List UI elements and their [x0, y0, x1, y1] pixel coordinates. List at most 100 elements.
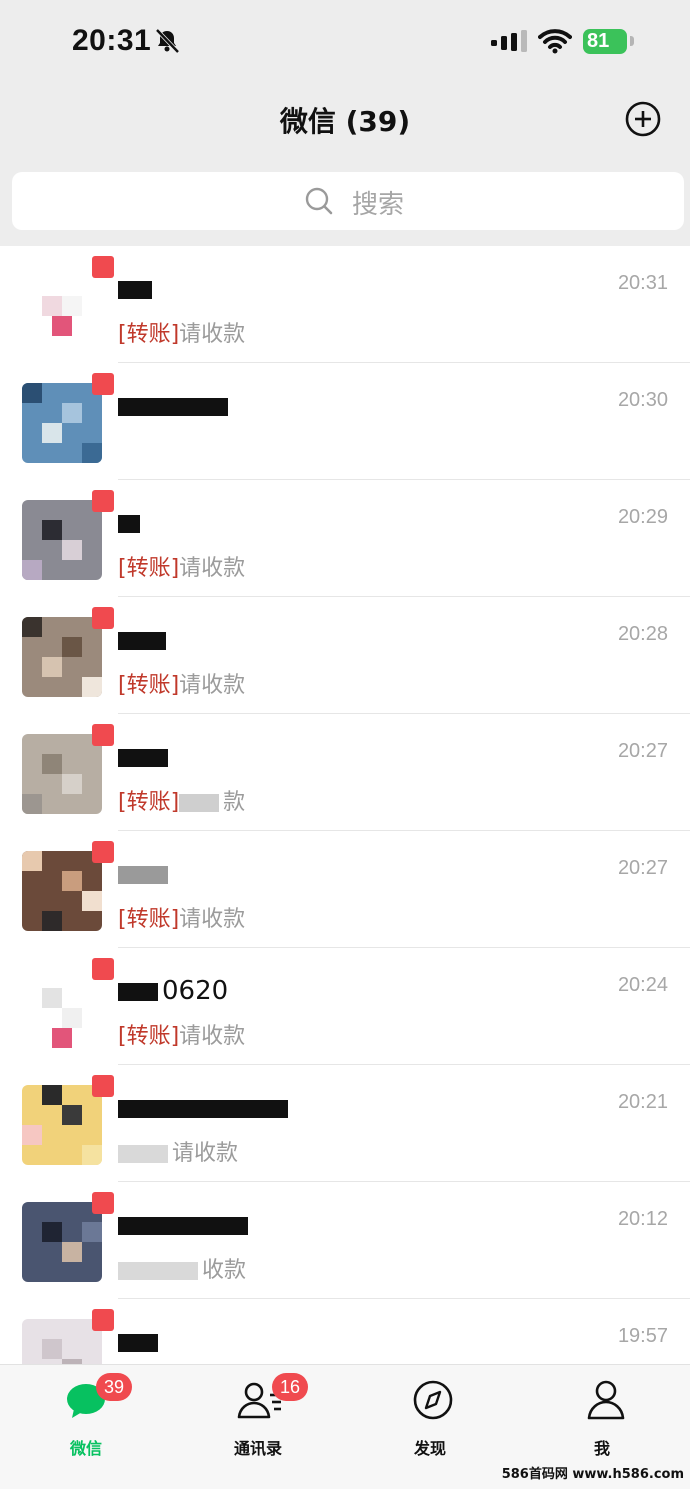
chat-name: [118, 742, 172, 772]
compass-icon: [413, 1380, 453, 1420]
chat-time: 20:29: [617, 506, 668, 528]
chat-name: [118, 274, 156, 304]
chat-time: 20:21: [617, 1091, 668, 1113]
avatar: [22, 617, 102, 697]
chat-message: [转账] 款: [118, 784, 245, 816]
unread-dot: [92, 256, 114, 278]
chat-row[interactable]: 19:57: [0, 1299, 690, 1364]
chat-name-text: 0620: [162, 976, 229, 1006]
tab-me[interactable]: 我: [516, 1365, 688, 1475]
unread-dot: [92, 1192, 114, 1214]
chat-name: 0620: [118, 976, 228, 1006]
message-text: 请收款: [179, 556, 246, 581]
person-icon: [587, 1380, 625, 1420]
message-tag: [转账]: [118, 1024, 180, 1049]
message-tag: [转账]: [118, 556, 180, 581]
chat-row[interactable]: [转账]请收款 20:28: [0, 597, 690, 714]
avatar: [22, 1085, 102, 1165]
tab-discover[interactable]: 发现: [344, 1365, 516, 1475]
chat-row[interactable]: [转账]请收款 20:27: [0, 831, 690, 948]
unread-dot: [92, 958, 114, 980]
message-text: 请收款: [179, 322, 246, 347]
chat-name: [118, 625, 170, 655]
tab-label: 微信: [69, 1439, 102, 1458]
message-text: 款: [223, 790, 246, 815]
chat-message: [转账]请收款: [118, 316, 245, 348]
message-tag: [转账]: [118, 907, 180, 932]
unread-dot: [92, 724, 114, 746]
unread-dot: [92, 607, 114, 629]
add-circle-icon[interactable]: [624, 100, 662, 138]
tab-label: 通讯录: [233, 1439, 282, 1458]
battery-level: 81: [587, 30, 610, 52]
nav-bar: 微信 (39): [0, 86, 690, 166]
message-text: 请收款: [172, 1141, 239, 1166]
battery-indicator: 81: [583, 29, 627, 54]
chat-message: [转账]请收款: [118, 1018, 245, 1050]
chat-time: 20:27: [617, 740, 668, 762]
chat-message: 收款: [118, 1252, 246, 1284]
search-input[interactable]: 搜索: [12, 172, 684, 230]
chat-name: [118, 859, 172, 889]
chat-name: [118, 1210, 252, 1240]
battery-cap: [630, 36, 634, 46]
chat-time: 20:12: [617, 1208, 668, 1230]
chat-time: 19:57: [617, 1325, 668, 1347]
avatar: [22, 734, 102, 814]
bell-muted-icon: [155, 28, 180, 54]
chat-row[interactable]: 0620 [转账]请收款 20:24: [0, 948, 690, 1065]
search-area: 搜索: [0, 166, 690, 246]
unread-dot: [92, 1309, 114, 1331]
message-text: 请收款: [179, 673, 246, 698]
chat-time: 20:24: [617, 974, 668, 996]
tab-label: 我: [593, 1439, 610, 1458]
status-time: 20:31: [72, 24, 152, 57]
status-bar: 20:31 81: [0, 0, 690, 86]
avatar: [22, 851, 102, 931]
chat-message: [转账]请收款: [118, 901, 245, 933]
tab-contacts[interactable]: 16 通讯录: [172, 1365, 344, 1475]
message-tag: [转账]: [118, 673, 180, 698]
chat-message: 请收款: [118, 1135, 238, 1167]
message-text: 请收款: [179, 1024, 246, 1049]
chat-list: [转账]请收款 20:31 20:30 [转账]请收款 20:29 [转账]请收…: [0, 246, 690, 1364]
avatar: [22, 968, 102, 1048]
search-icon: [305, 187, 333, 215]
unread-dot: [92, 1075, 114, 1097]
chat-time: 20:30: [617, 389, 668, 411]
chat-message: [转账]请收款: [118, 667, 245, 699]
message-tag: [转账]: [118, 322, 180, 347]
signal-icon: [491, 30, 527, 52]
message-text: 请收款: [179, 907, 246, 932]
chat-row[interactable]: [转账] 款 20:27: [0, 714, 690, 831]
avatar: [22, 1202, 102, 1282]
unread-dot: [92, 373, 114, 395]
chat-time: 20:28: [617, 623, 668, 645]
search-placeholder: 搜索: [352, 190, 405, 220]
unread-badge: 16: [272, 1373, 309, 1401]
chat-time: 20:27: [617, 857, 668, 879]
chat-row[interactable]: 收款 20:12: [0, 1182, 690, 1299]
tab-label: 发现: [413, 1439, 446, 1458]
chat-row[interactable]: [转账]请收款 20:29: [0, 480, 690, 597]
watermark: 586首码网 www.h586.com: [501, 1467, 684, 1482]
tab-chats[interactable]: 39 微信: [0, 1365, 172, 1475]
message-text: 收款: [202, 1258, 247, 1283]
chat-row[interactable]: 请收款 20:21: [0, 1065, 690, 1182]
message-tag: [转账]: [118, 790, 180, 815]
chat-row[interactable]: 20:30: [0, 363, 690, 480]
unread-dot: [92, 490, 114, 512]
chat-name: [118, 1093, 292, 1123]
avatar: [22, 383, 102, 463]
unread-badge: 39: [96, 1373, 133, 1401]
avatar: [22, 500, 102, 580]
avatar: [22, 1319, 102, 1364]
avatar: [22, 266, 102, 346]
chat-name: [118, 508, 144, 538]
chat-time: 20:31: [617, 272, 668, 294]
chat-name: [118, 391, 232, 421]
page-title: 微信 (39): [279, 105, 411, 138]
chat-message: [转账]请收款: [118, 550, 245, 582]
chat-name: [118, 1327, 162, 1357]
chat-row[interactable]: [转账]请收款 20:31: [0, 246, 690, 363]
